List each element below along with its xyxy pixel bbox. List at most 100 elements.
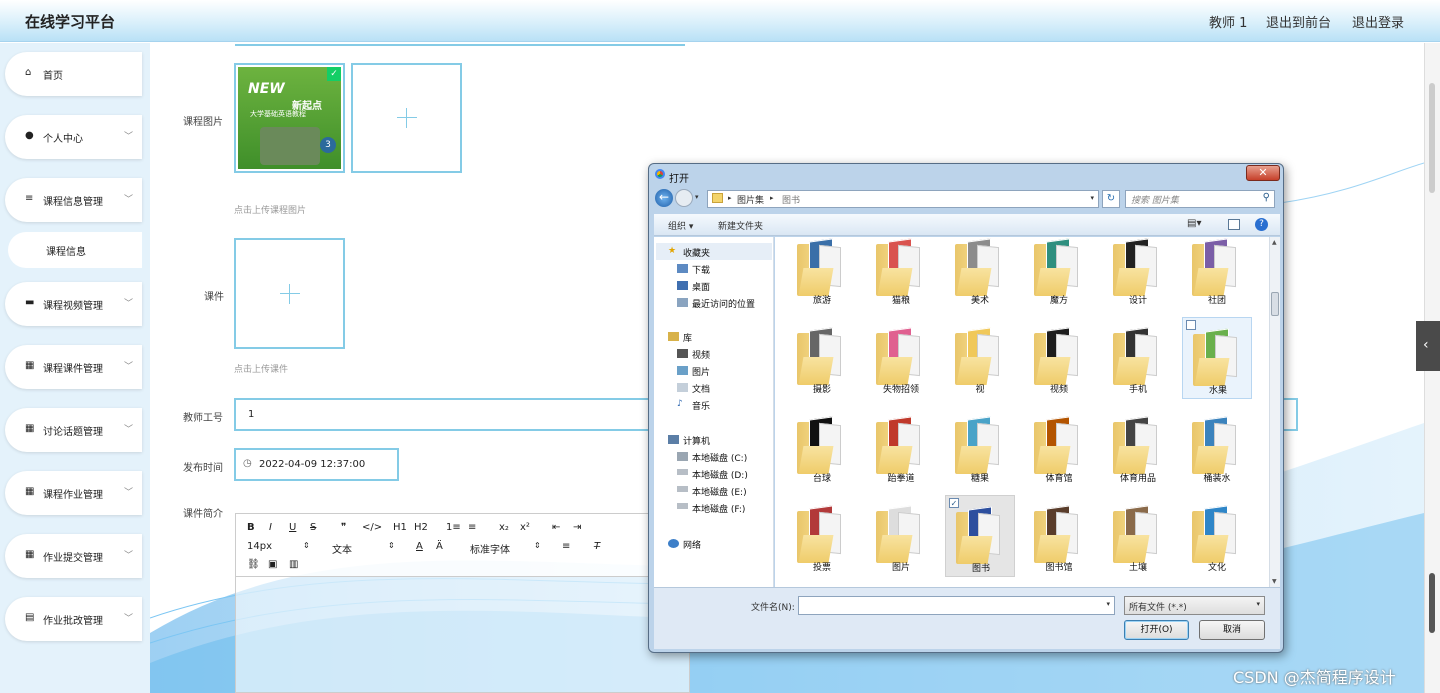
align-icon[interactable]: ≡: [562, 541, 570, 552]
nav-network[interactable]: 网络: [683, 538, 701, 551]
forward-button[interactable]: [675, 189, 693, 207]
nav-computer[interactable]: 计算机: [683, 434, 710, 447]
help-icon[interactable]: ?: [1255, 218, 1268, 231]
file-list-scroll-thumb[interactable]: [1271, 292, 1279, 316]
publish-time-input[interactable]: ◷ 2022-04-09 12:37:00: [234, 448, 399, 481]
sidebar-item-submissions[interactable]: ▦ 作业提交管理 ﹀: [5, 534, 142, 578]
filename-dropdown-icon[interactable]: ▾: [1106, 600, 1110, 608]
page-scroll-thumb-2[interactable]: [1429, 573, 1435, 633]
folder-item[interactable]: 台球: [787, 406, 857, 488]
folder-item[interactable]: 图片: [866, 495, 936, 577]
folder-item[interactable]: 糖果: [945, 406, 1015, 488]
rich-text-editor[interactable]: B I U S ❞ </> H1 H2 1≡ ≡ x₂ x² ⇤ ⇥ 14px …: [235, 513, 690, 693]
back-button[interactable]: ←: [655, 189, 673, 207]
image-icon[interactable]: ▣: [268, 559, 277, 570]
front-link[interactable]: 退出到前台: [1266, 12, 1331, 31]
code-button[interactable]: </>: [362, 522, 382, 533]
nav-drive-f[interactable]: 本地磁盘 (F:): [692, 502, 745, 515]
sidebar-item-home[interactable]: ⌂ 首页: [5, 52, 142, 96]
folder-item[interactable]: 图书馆: [1024, 495, 1094, 577]
folder-item[interactable]: 文化: [1182, 495, 1252, 577]
folder-item[interactable]: 社团: [1182, 237, 1252, 310]
nav-documents[interactable]: 文档: [692, 382, 710, 395]
nav-videos[interactable]: 视频: [692, 348, 710, 361]
file-list-scrollbar[interactable]: ▲ ▼: [1269, 237, 1280, 587]
folder-item[interactable]: 桶装水: [1182, 406, 1252, 488]
indent-button[interactable]: ⇥: [573, 522, 581, 533]
sidebar-item-topics[interactable]: ▦ 讨论话题管理 ﹀: [5, 408, 142, 452]
block-type-select[interactable]: 文本: [332, 541, 352, 556]
sidebar-subitem-course-info[interactable]: 课程信息: [8, 232, 142, 268]
new-folder-button[interactable]: 新建文件夹: [718, 219, 763, 232]
nav-recent[interactable]: 最近访问的位置: [692, 297, 755, 310]
refresh-button[interactable]: ↻: [1102, 190, 1120, 208]
image-upload-button[interactable]: [351, 63, 462, 173]
nav-drive-e[interactable]: 本地磁盘 (E:): [692, 485, 747, 498]
font-size-select[interactable]: 14px: [247, 541, 272, 552]
sidebar-item-video[interactable]: ▬ 课程视频管理 ﹀: [5, 282, 142, 326]
checkbox-icon[interactable]: ✓: [949, 498, 959, 508]
page-scroll-thumb[interactable]: [1429, 83, 1435, 193]
bold-button[interactable]: B: [247, 522, 255, 533]
underline-button[interactable]: U: [289, 522, 296, 533]
organize-menu[interactable]: 组织 ▾: [668, 219, 693, 232]
superscript-button[interactable]: x²: [520, 522, 530, 533]
sidebar-item-grading[interactable]: ▤ 作业批改管理 ﹀: [5, 597, 142, 641]
nav-downloads[interactable]: 下载: [692, 263, 710, 276]
nav-library[interactable]: 库: [683, 331, 692, 344]
folder-item[interactable]: ✓ 图书: [945, 495, 1015, 577]
filetype-select[interactable]: 所有文件 (*.*) ▾: [1124, 596, 1265, 615]
ordered-list-button[interactable]: 1≡: [446, 522, 461, 533]
cancel-button[interactable]: 取消: [1199, 620, 1265, 640]
folder-item[interactable]: 失物招领: [866, 317, 936, 399]
folder-item[interactable]: 视频: [1024, 317, 1094, 399]
side-collapse-tab[interactable]: ‹: [1416, 321, 1440, 371]
folder-item[interactable]: 摄影: [787, 317, 857, 399]
address-dropdown-icon[interactable]: ▾: [1090, 194, 1094, 202]
folder-item[interactable]: 手机: [1103, 317, 1173, 399]
folder-item[interactable]: 视: [945, 317, 1015, 399]
nav-drive-c[interactable]: 本地磁盘 (C:): [692, 451, 747, 464]
history-dropdown-icon[interactable]: ▾: [695, 193, 699, 201]
scroll-down-icon[interactable]: ▼: [1272, 578, 1277, 585]
outdent-button[interactable]: ⇤: [552, 522, 560, 533]
subscript-button[interactable]: x₂: [499, 522, 509, 533]
folder-item[interactable]: 美术: [945, 237, 1015, 310]
font-color-icon[interactable]: A: [416, 541, 423, 552]
h1-button[interactable]: H1: [393, 522, 407, 533]
folder-item[interactable]: 旅游: [787, 237, 857, 310]
folder-item[interactable]: 投票: [787, 495, 857, 577]
nav-music[interactable]: 音乐: [692, 399, 710, 412]
background-color-icon[interactable]: Ä: [436, 541, 443, 552]
scroll-up-icon[interactable]: ▲: [1272, 239, 1277, 246]
folder-item[interactable]: 体育用品: [1103, 406, 1173, 488]
folder-item[interactable]: 水果: [1182, 317, 1252, 399]
close-button[interactable]: ✕: [1246, 165, 1280, 181]
strike-button[interactable]: S: [310, 522, 316, 533]
view-options-icon[interactable]: ▤▾: [1187, 218, 1201, 229]
folder-item[interactable]: 土壤: [1103, 495, 1173, 577]
sidebar-item-courseware[interactable]: ▦ 课程课件管理 ﹀: [5, 345, 142, 389]
nav-drive-d[interactable]: 本地磁盘 (D:): [692, 468, 748, 481]
folder-item[interactable]: 体育馆: [1024, 406, 1094, 488]
sidebar-item-homework[interactable]: ▦ 课程作业管理 ﹀: [5, 471, 142, 515]
sidebar-item-course-info[interactable]: ≡ 课程信息管理 ﹀: [5, 178, 142, 222]
link-icon[interactable]: ⛓: [247, 559, 260, 570]
folder-item[interactable]: 猫粮: [866, 237, 936, 310]
bullet-list-button[interactable]: ≡: [468, 522, 476, 533]
breadcrumb-part-2[interactable]: 图书: [782, 193, 800, 206]
folder-item[interactable]: 魔方: [1024, 237, 1094, 310]
breadcrumb-part-1[interactable]: 图片集: [737, 193, 764, 206]
filename-input[interactable]: ▾: [798, 596, 1115, 615]
font-family-select[interactable]: 标准字体: [470, 541, 510, 556]
italic-button[interactable]: I: [269, 522, 272, 533]
search-input[interactable]: 搜索 图片集 ⚲: [1125, 190, 1275, 208]
nav-desktop[interactable]: 桌面: [692, 280, 710, 293]
h2-button[interactable]: H2: [414, 522, 428, 533]
address-bar[interactable]: ▸ 图片集 ▸ 图书 ▾: [707, 190, 1099, 208]
open-button[interactable]: 打开(O): [1124, 620, 1189, 640]
nav-pictures[interactable]: 图片: [692, 365, 710, 378]
uploaded-image-thumb[interactable]: NEW 新起点 大学基础英语教程 3 ✓: [234, 63, 345, 173]
logout-link[interactable]: 退出登录: [1352, 12, 1404, 31]
nav-favorites[interactable]: 收藏夹: [683, 246, 710, 259]
